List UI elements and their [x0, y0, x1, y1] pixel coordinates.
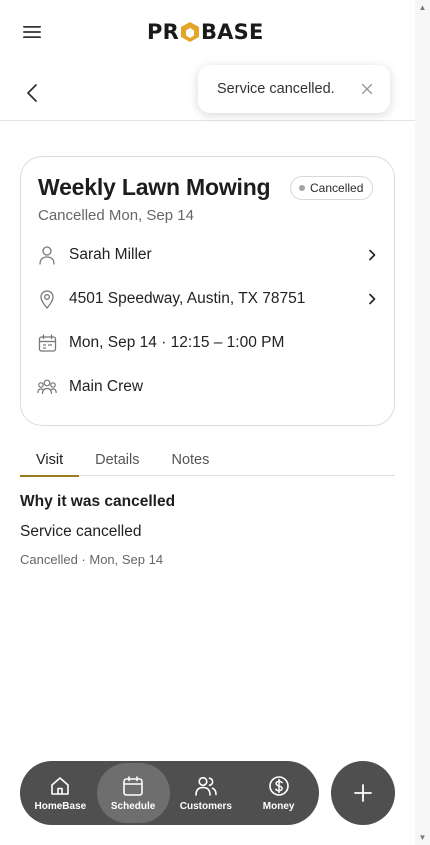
toast-message: Service cancelled.: [217, 81, 335, 97]
customer-name: Sarah Miller: [69, 246, 152, 263]
logo-text-right: BASE: [200, 20, 264, 44]
probase-logo: PR BASE: [147, 20, 264, 44]
close-icon: [361, 83, 373, 95]
nav-label: HomeBase: [34, 801, 87, 812]
bottom-nav: HomeBase Schedule Customers Money: [20, 761, 319, 825]
nav-item-schedule[interactable]: Schedule: [96, 763, 170, 823]
nav-item-homebase[interactable]: HomeBase: [24, 763, 97, 823]
top-bar: PR BASE: [0, 0, 415, 64]
service-address: 4501 Speedway, Austin, TX 78751: [69, 290, 306, 307]
service-card: Weekly Lawn Mowing Cancelled Cancelled M…: [20, 156, 395, 426]
chevron-right-icon: [364, 247, 380, 263]
nav-label: Customers: [179, 801, 232, 812]
scroll-up-arrow-icon[interactable]: ▲: [415, 0, 430, 15]
schedule-time: Mon, Sep 14 · 12:15 – 1:00 PM: [69, 334, 285, 351]
service-subtitle: Cancelled Mon, Sep 14: [38, 207, 194, 224]
add-button[interactable]: [331, 761, 395, 825]
person-icon: [37, 245, 57, 265]
detail-tabs: Visit Details Notes: [20, 443, 395, 477]
hamburger-menu-button[interactable]: [18, 20, 46, 44]
calendar-icon: [121, 774, 145, 798]
schedule-row: Mon, Sep 14 · 12:15 – 1:00 PM: [37, 329, 380, 357]
back-button[interactable]: [20, 81, 44, 105]
location-pin-icon: [37, 289, 57, 309]
vertical-scrollbar[interactable]: ▲ ▼: [415, 0, 430, 845]
customer-row[interactable]: Sarah Miller: [37, 241, 380, 269]
nav-label: Money: [262, 801, 295, 812]
tab-visit[interactable]: Visit: [20, 443, 80, 477]
status-dot-icon: [299, 185, 305, 191]
app-root: PR BASE Service cancelled. Weekly Lawn M…: [0, 0, 415, 845]
logo-hex-mark-icon: [180, 21, 200, 43]
chevron-left-icon: [27, 84, 37, 102]
calendar-icon: [37, 333, 57, 353]
status-badge: Cancelled: [290, 176, 374, 200]
dollar-icon: [267, 774, 291, 798]
home-icon: [48, 774, 72, 798]
cancellation-reason: Service cancelled: [20, 523, 142, 540]
crew-name: Main Crew: [69, 378, 144, 395]
cancellation-section-title: Why it was cancelled: [20, 493, 176, 510]
chevron-right-icon: [364, 291, 380, 307]
crew-row: Main Crew: [37, 373, 380, 401]
users-icon: [194, 774, 218, 798]
service-title: Weekly Lawn Mowing: [38, 174, 271, 200]
scroll-down-arrow-icon[interactable]: ▼: [415, 830, 430, 845]
toast-close-button[interactable]: [358, 80, 376, 98]
logo-text-left: PR: [147, 20, 179, 44]
plus-icon: [354, 784, 372, 802]
status-badge-label: Cancelled: [310, 181, 364, 195]
nav-item-money[interactable]: Money: [242, 763, 315, 823]
nav-item-customers[interactable]: Customers: [170, 763, 243, 823]
toast-notification: Service cancelled.: [198, 65, 390, 113]
tab-details[interactable]: Details: [79, 443, 155, 476]
nav-label: Schedule: [110, 801, 156, 812]
hamburger-icon: [23, 26, 41, 38]
tab-notes[interactable]: Notes: [155, 443, 225, 476]
address-row[interactable]: 4501 Speedway, Austin, TX 78751: [37, 285, 380, 313]
cancellation-meta: Cancelled · Mon, Sep 14: [20, 552, 164, 567]
team-icon: [37, 377, 57, 397]
